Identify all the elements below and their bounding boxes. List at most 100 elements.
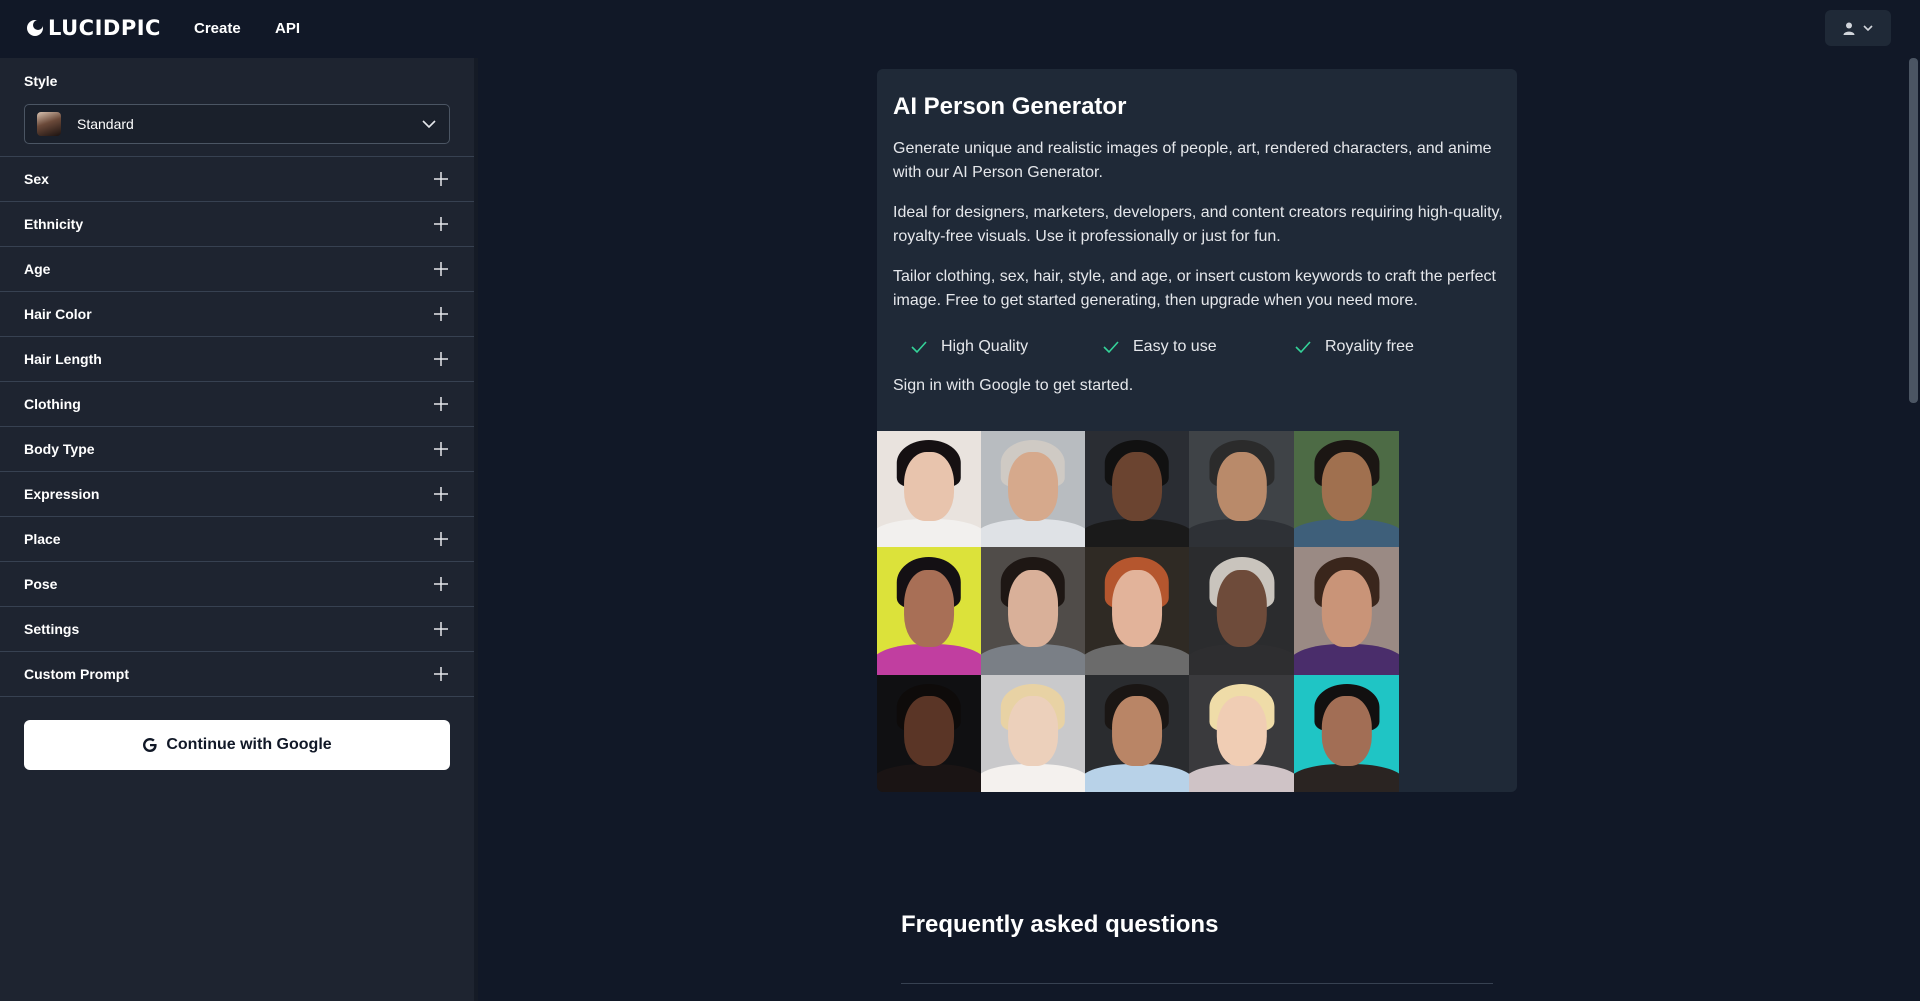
- plus-icon: [434, 667, 448, 681]
- sample-portrait: [1294, 431, 1399, 547]
- portrait-clothing: [981, 519, 1085, 547]
- accordion-label: Place: [24, 531, 61, 547]
- portrait-face: [1321, 570, 1372, 647]
- accordion-label: Age: [24, 261, 51, 277]
- portrait-face: [1008, 570, 1058, 647]
- portrait-face: [1321, 451, 1372, 522]
- accordion-item-pose[interactable]: Pose: [0, 562, 474, 607]
- chevron-down-icon: [422, 120, 436, 129]
- accordion-item-custom-prompt[interactable]: Custom Prompt: [0, 652, 474, 697]
- feature-easy-to-use: Easy to use: [1103, 338, 1217, 356]
- feature-high-quality: High Quality: [911, 338, 1028, 356]
- accordion-item-ethnicity[interactable]: Ethnicity: [0, 202, 474, 247]
- plus-icon: [434, 532, 448, 546]
- portrait-face: [1216, 451, 1267, 522]
- portrait-face: [1321, 696, 1372, 767]
- logo[interactable]: LUCIDPIC: [26, 16, 161, 40]
- chevron-down-icon: [1863, 25, 1873, 31]
- style-label: Style: [24, 73, 58, 89]
- logo-icon: [27, 20, 43, 36]
- portrait-face: [1008, 451, 1058, 522]
- accordion-label: Body Type: [24, 441, 95, 457]
- faq-title: Frequently asked questions: [901, 911, 1219, 938]
- portrait-clothing: [1085, 763, 1189, 792]
- portrait-face: [904, 451, 954, 522]
- feature-label: Easy to use: [1133, 338, 1217, 355]
- portrait-clothing: [877, 644, 981, 675]
- portrait-face: [1112, 451, 1162, 522]
- page-title: AI Person Generator: [893, 93, 1127, 120]
- sidebar-divider: [474, 58, 478, 1001]
- sample-portrait: [1189, 431, 1294, 547]
- accordion-label: Sex: [24, 171, 49, 187]
- accordion-item-hair-color[interactable]: Hair Color: [0, 292, 474, 337]
- plus-icon: [434, 217, 448, 231]
- accordion-label: Clothing: [24, 396, 81, 412]
- audience-paragraph: Ideal for designers, marketers, develope…: [893, 204, 1503, 245]
- page-scrollbar[interactable]: [1907, 58, 1920, 1001]
- google-icon: [143, 738, 157, 752]
- sample-portrait: [1085, 547, 1189, 675]
- accordion-label: Pose: [24, 576, 58, 592]
- check-icon: [1103, 341, 1119, 354]
- google-button-label: Continue with Google: [166, 736, 332, 753]
- intro-paragraph: Generate unique and realistic images of …: [893, 140, 1492, 181]
- scrollbar-thumb[interactable]: [1909, 58, 1918, 403]
- sample-image-grid: [877, 431, 1517, 792]
- sample-portrait: [877, 547, 981, 675]
- sample-portrait: [981, 431, 1085, 547]
- portrait-face: [1112, 570, 1162, 647]
- user-menu-button[interactable]: [1825, 10, 1891, 46]
- check-icon: [1295, 341, 1311, 354]
- portrait-face: [1008, 696, 1058, 767]
- plus-icon: [434, 622, 448, 636]
- plus-icon: [434, 262, 448, 276]
- plus-icon: [434, 577, 448, 591]
- sample-portrait: [1189, 675, 1294, 792]
- portrait-clothing: [1189, 763, 1294, 792]
- style-select[interactable]: Standard: [24, 104, 450, 144]
- accordion-item-hair-length[interactable]: Hair Length: [0, 337, 474, 382]
- accordion-item-settings[interactable]: Settings: [0, 607, 474, 652]
- nav-create[interactable]: Create: [194, 20, 241, 37]
- user-icon: [1843, 22, 1855, 35]
- sample-portrait: [1085, 431, 1189, 547]
- portrait-clothing: [981, 763, 1085, 792]
- sidebar-panel: Style Standard Sex Ethnicity Age Hair Color…: [0, 58, 474, 1001]
- signin-prompt: Sign in with Google to get started.: [893, 377, 1134, 394]
- accordion-item-age[interactable]: Age: [0, 247, 474, 292]
- accordion-item-body-type[interactable]: Body Type: [0, 427, 474, 472]
- accordion-item-sex[interactable]: Sex: [0, 157, 474, 202]
- portrait-clothing: [1189, 644, 1294, 675]
- style-select-value: Standard: [77, 116, 134, 132]
- feature-label: High Quality: [941, 338, 1029, 355]
- feature-royalty-free: Royality free: [1295, 338, 1414, 356]
- accordion-item-place[interactable]: Place: [0, 517, 474, 562]
- accordion-item-clothing[interactable]: Clothing: [0, 382, 474, 427]
- nav-api[interactable]: API: [275, 20, 300, 37]
- portrait-clothing: [1294, 644, 1399, 675]
- continue-with-google-button[interactable]: Continue with Google: [24, 720, 450, 770]
- accordion-item-expression[interactable]: Expression: [0, 472, 474, 517]
- portrait-face: [904, 696, 954, 767]
- sample-portrait: [1085, 675, 1189, 792]
- portrait-face: [1216, 570, 1267, 647]
- generator-card: AI Person Generator Generate unique and …: [877, 69, 1517, 792]
- options-accordion: Sex Ethnicity Age Hair Color Hair Length Clot…: [0, 156, 474, 697]
- sample-portrait: [981, 547, 1085, 675]
- portrait-clothing: [1085, 644, 1189, 675]
- accordion-label: Settings: [24, 621, 80, 637]
- logo-text: LUCIDPIC: [48, 16, 161, 40]
- portrait-clothing: [1294, 763, 1399, 792]
- accordion-label: Hair Color: [24, 306, 92, 322]
- faq-divider: [901, 983, 1493, 984]
- sample-portrait: [1294, 547, 1399, 675]
- portrait-clothing: [877, 519, 981, 547]
- sample-portrait: [877, 431, 981, 547]
- plus-icon: [434, 442, 448, 456]
- portrait-face: [904, 570, 954, 647]
- portrait-clothing: [1085, 519, 1189, 547]
- sidebar: Style Standard Sex Ethnicity Age Hair Color…: [0, 58, 478, 1001]
- plus-icon: [434, 307, 448, 321]
- style-thumbnail: [37, 112, 61, 136]
